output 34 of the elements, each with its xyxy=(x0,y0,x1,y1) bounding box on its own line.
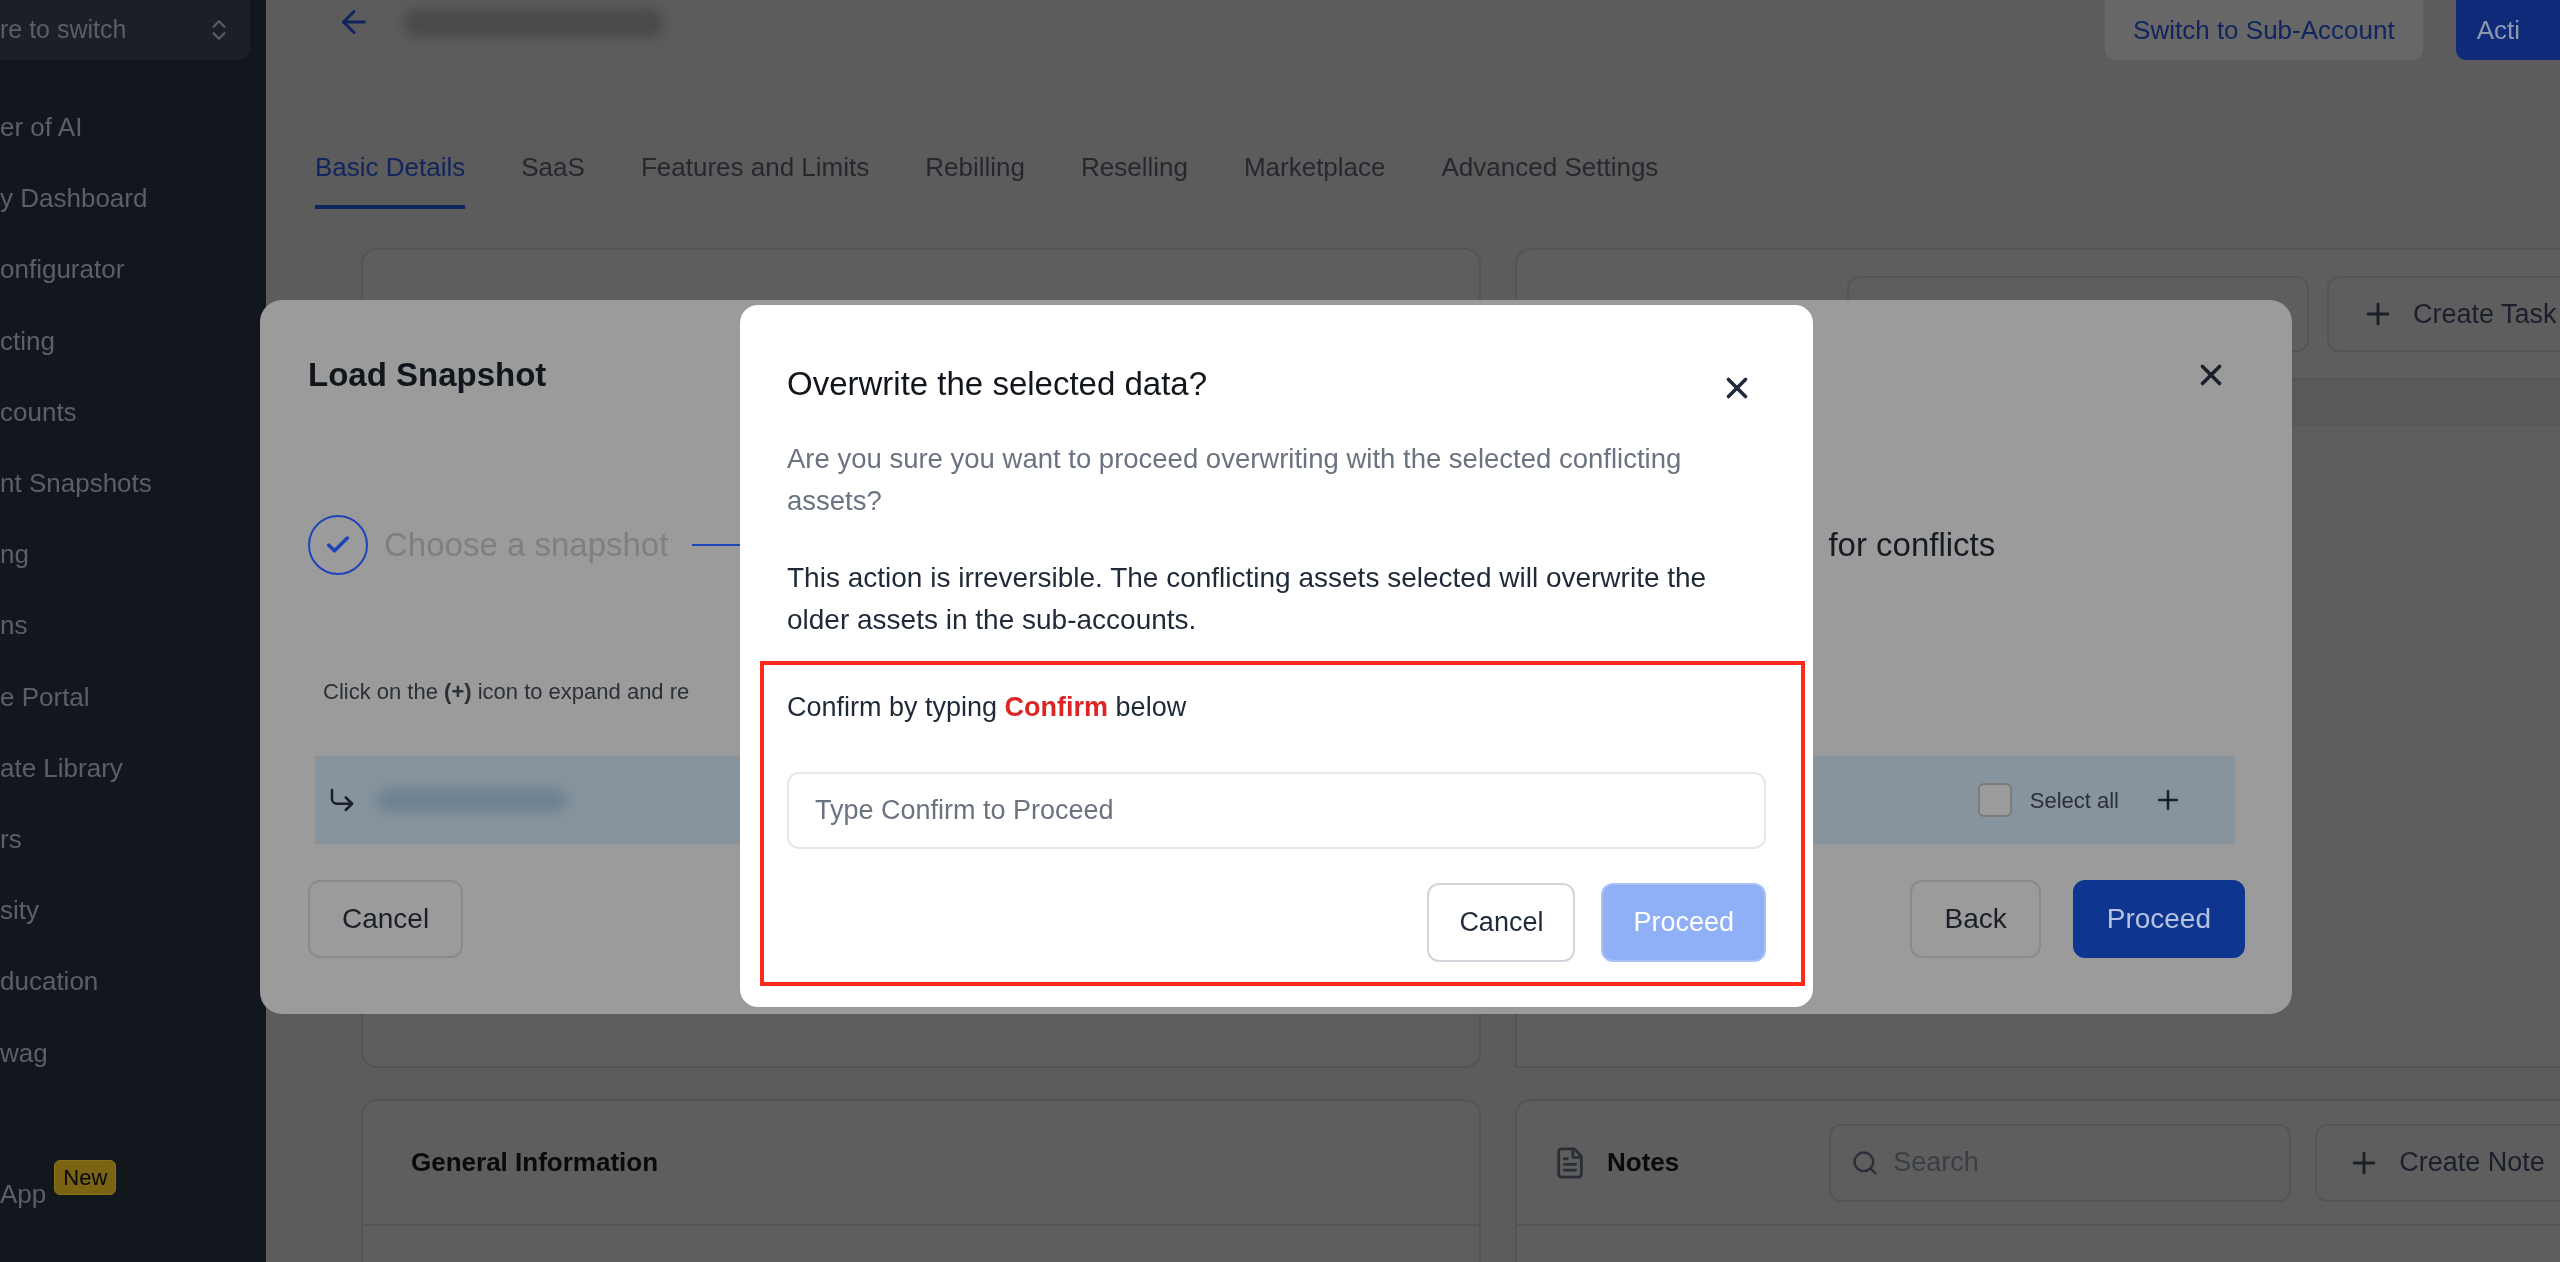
header-button[interactable]: Switch to Sub-Account xyxy=(2105,0,2423,60)
cancel-button[interactable]: Cancel xyxy=(1427,883,1576,962)
sidebar-item[interactable]: App xyxy=(0,1174,47,1214)
sidebar-item[interactable]: y Dashboard xyxy=(0,163,266,235)
instruction-text: Click on the (+) icon to expand and re xyxy=(323,678,690,706)
header-button[interactable]: Acti xyxy=(2455,0,2560,60)
select-all-checkbox[interactable] xyxy=(1977,783,2012,817)
dialog-title: Overwrite the selected data? xyxy=(787,364,1208,405)
sidebar-item[interactable]: er of AI xyxy=(0,92,266,164)
tab[interactable]: Rebilling xyxy=(925,148,1025,209)
dialog-warning: This action is irreversible. The conflicting assets selected will overwrite the older assets in the sub-accounts. xyxy=(787,561,1708,637)
sidebar-item[interactable]: wag xyxy=(0,1017,266,1089)
cancel-button[interactable]: Cancel xyxy=(308,880,464,958)
tab[interactable]: Basic Details xyxy=(315,148,466,209)
sidebar-item[interactable]: onfigurator xyxy=(0,234,266,306)
tab[interactable]: Marketplace xyxy=(1243,148,1386,209)
select-all-label: Select all xyxy=(2029,786,2119,815)
proceed-button[interactable]: Proceed xyxy=(2072,880,2245,958)
tab[interactable]: Reselling xyxy=(1080,148,1188,209)
dialog-question: Are you sure you want to proceed overwriting with the selected conflicting assets? xyxy=(787,442,1683,518)
tab[interactable]: SaaS xyxy=(521,148,585,209)
back-button[interactable]: Back xyxy=(1910,880,2041,958)
step-label: for conflicts xyxy=(1828,525,1996,566)
confirm-instruction: Confirm by typing Confirm below xyxy=(787,691,1188,724)
new-badge: New xyxy=(54,1159,117,1195)
create-note-button[interactable]: Create Note xyxy=(2315,1123,2560,1202)
create-task-button[interactable]: Create Task xyxy=(2327,276,2560,352)
search-icon xyxy=(1851,1148,1880,1177)
account-switcher[interactable]: re to switch xyxy=(0,0,250,60)
tab[interactable]: Advanced Settings xyxy=(1441,148,1659,209)
card-title: General Information xyxy=(411,1146,659,1179)
card-title: Notes xyxy=(1607,1146,1680,1179)
modal-title: Load Snapshot xyxy=(308,355,547,396)
confirm-input[interactable]: Type Confirm to Proceed xyxy=(787,772,1766,849)
